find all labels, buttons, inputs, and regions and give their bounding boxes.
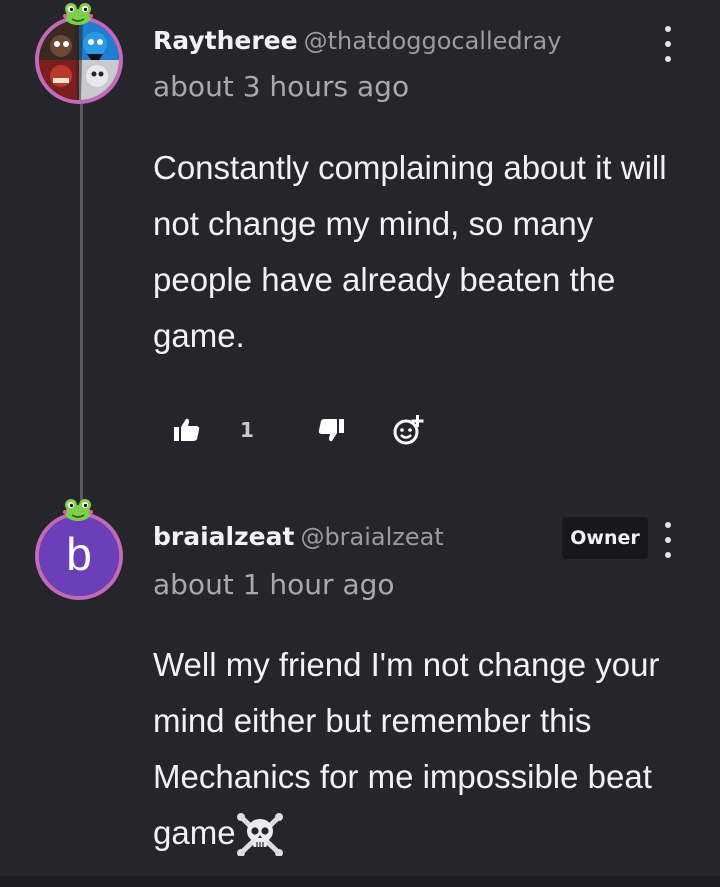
username[interactable]: braialzeat [153,522,294,551]
avatar-letter: b [39,516,119,596]
dislike-button[interactable] [314,413,348,447]
thumbs-down-icon [318,419,344,442]
comment-body: Constantly complaining about it will not… [153,149,667,354]
thread-connector-line [80,100,83,505]
comment-1-header: Raytheree @thatdoggocalledray [153,26,561,55]
add-reaction-button[interactable] [392,413,426,447]
frog-badge-icon [63,499,93,521]
comment-body-text: Well my friend I'm not change your mind … [153,646,660,851]
character-collage-avatar-icon [39,20,119,100]
owner-badge: Owner [562,517,648,559]
like-button[interactable] [170,413,204,447]
thumbs-up-icon [174,418,200,441]
like-count: 1 [240,418,254,442]
more-options-button[interactable] [658,26,678,62]
comment-body: Well my friend I'm not change your mind … [153,637,698,861]
skull-and-crossbones-icon [236,813,283,856]
frog-badge-icon [63,3,93,25]
avatar: b [35,512,123,600]
timestamp: about 1 hour ago [153,568,395,601]
bottom-divider [0,876,720,887]
user-handle[interactable]: @thatdoggocalledray [304,27,562,55]
user-handle[interactable]: @braialzeat [300,523,443,551]
more-options-button[interactable] [658,522,678,558]
comment-2-header: braialzeat @braialzeat [153,522,444,551]
comment-1-avatar[interactable] [35,3,131,104]
comment-actions: 1 [170,410,426,450]
avatar [35,16,123,104]
comment-2-avatar[interactable]: b [35,499,131,600]
timestamp: about 3 hours ago [153,70,410,103]
add-reaction-icon [393,415,424,445]
username[interactable]: Raytheree [153,26,298,55]
